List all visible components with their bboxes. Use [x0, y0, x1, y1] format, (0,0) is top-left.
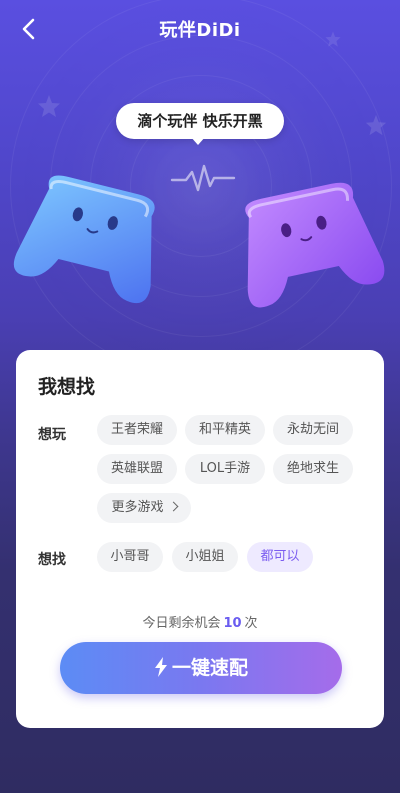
remaining-suffix: 次 — [244, 616, 258, 631]
search-card: 我想找 想玩 王者荣耀 和平精英 永劫无间 英雄联盟 LOL手游 绝地求生 更多… — [16, 350, 384, 728]
partner-chip[interactable]: 小姐姐 — [172, 542, 238, 572]
partner-chip[interactable]: 小哥哥 — [97, 542, 163, 572]
remaining-count: 10 — [223, 616, 242, 631]
purple-gamepad-mascot — [245, 182, 385, 308]
pulse-wave-icon — [170, 164, 236, 192]
remaining-chances: 今日剩余机会 10 次 — [16, 612, 384, 631]
chevron-right-icon — [168, 501, 178, 512]
star-icon — [38, 95, 60, 117]
game-chip[interactable]: LOL手游 — [185, 454, 265, 484]
games-label: 想玩 — [38, 427, 66, 443]
top-bar: 玩伴DiDi — [0, 0, 400, 56]
game-chip[interactable]: 王者荣耀 — [97, 415, 177, 445]
page-title: 玩伴DiDi — [159, 20, 241, 41]
partner-label: 想找 — [38, 552, 66, 568]
game-chip[interactable]: 和平精英 — [185, 415, 265, 445]
remaining-prefix: 今日剩余机会 — [142, 616, 221, 631]
card-title: 我想找 — [38, 376, 96, 398]
more-games-label: 更多游戏 — [111, 500, 164, 515]
slogan-bubble: 滴个玩伴 快乐开黑 — [116, 103, 284, 139]
star-icon — [365, 114, 387, 136]
blue-gamepad-mascot — [13, 175, 155, 304]
slogan-bubble-tail — [190, 136, 206, 145]
game-chip[interactable]: 英雄联盟 — [97, 454, 177, 484]
quick-match-button[interactable]: 一键速配 — [60, 642, 342, 694]
game-chip[interactable]: 永劫无间 — [273, 415, 353, 445]
lightning-icon — [154, 657, 167, 677]
partner-chip-selected[interactable]: 都可以 — [247, 542, 313, 572]
quick-match-label: 一键速配 — [171, 657, 248, 679]
game-chip[interactable]: 绝地求生 — [273, 454, 353, 484]
more-games-button[interactable]: 更多游戏 — [97, 493, 191, 523]
